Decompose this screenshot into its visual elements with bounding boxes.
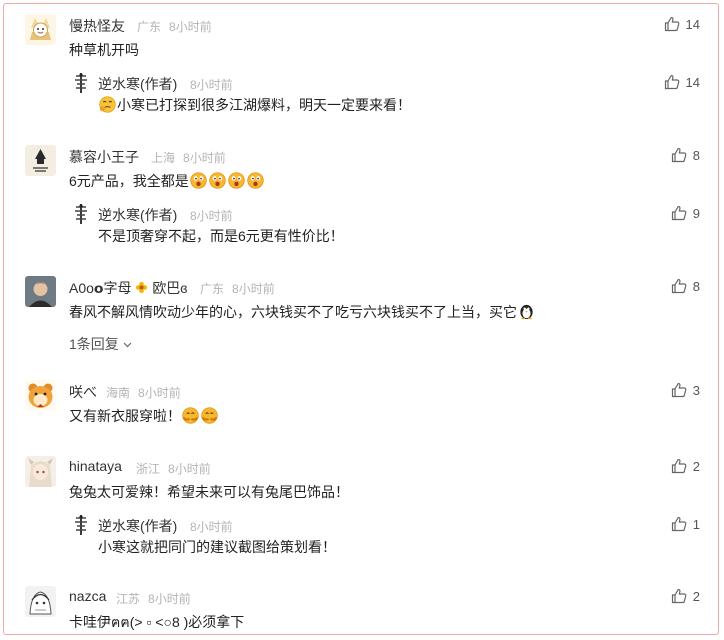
comment-meta: 上海 8小时前 [151, 149, 234, 166]
chevron-down-icon [123, 342, 132, 348]
avatar[interactable] [25, 456, 56, 487]
author-avatar[interactable] [74, 203, 88, 225]
avatar[interactable] [25, 380, 56, 411]
thumbs-up-icon [671, 278, 687, 294]
thumbs-up-icon [664, 16, 680, 32]
like-button[interactable]: 8 [671, 278, 700, 294]
timestamp: 8小时前 [148, 592, 191, 606]
location: 广东 [200, 282, 225, 296]
hug-emoji-icon [201, 407, 218, 424]
thinking-emoji-icon [99, 96, 116, 113]
reply-text: 不是顶奢穿不起，而是6元更有性价比！ [98, 228, 344, 244]
like-button[interactable]: 2 [671, 458, 700, 474]
shocked-emoji-icon [228, 172, 245, 189]
shocked-emoji-icon [190, 172, 207, 189]
thumbs-up-icon [671, 382, 687, 398]
like-button[interactable]: 2 [671, 588, 700, 604]
thumbs-up-icon [671, 205, 687, 221]
timestamp: 8小时前 [190, 78, 233, 92]
avatar[interactable] [25, 14, 56, 45]
comment-panel: 慢热怪友 广东 8小时前 种草机开吗 14 逆水寒(作者) 8小时前 小寒已打探到… [3, 3, 719, 635]
username[interactable]: 慢热怪友 [69, 16, 125, 36]
shocked-emoji-icon [209, 172, 226, 189]
thumbs-up-icon [664, 74, 680, 90]
reply-text: 小寒这就把同门的建议截图给策划看！ [98, 539, 336, 555]
comment-text: 卡哇伊ฅฅ(> ▫ <○8 )必须拿下 [69, 614, 245, 630]
location: 江苏 [116, 592, 141, 606]
timestamp: 8小时前 [169, 20, 212, 34]
like-count: 8 [692, 278, 700, 294]
reply-meta: 8小时前 [190, 76, 241, 93]
penguin-emoji-icon [518, 303, 535, 320]
thumbs-up-icon [671, 516, 687, 532]
author-avatar[interactable] [74, 72, 88, 94]
timestamp: 8小时前 [138, 386, 181, 400]
avatar[interactable] [25, 276, 56, 307]
comment-text: 又有新衣服穿啦！ [69, 406, 219, 426]
author-username[interactable]: 逆水寒(作者) [98, 516, 177, 536]
like-count: 14 [685, 74, 700, 90]
like-count: 2 [692, 588, 700, 604]
timestamp: 8小时前 [168, 462, 211, 476]
comment-text: 春风不解风情吹动少年的心，六块钱买不了吃亏六块钱买不了上当，买它 [69, 302, 536, 322]
timestamp: 8小时前 [183, 151, 226, 165]
author-username[interactable]: 逆水寒(作者) [98, 74, 177, 94]
comment-meta: 江苏 8小时前 [116, 590, 199, 607]
comment-text: 6元产品，我全都是 [69, 171, 265, 191]
like-button[interactable]: 14 [664, 16, 700, 32]
location: 海南 [106, 386, 131, 400]
reply-meta: 8小时前 [190, 518, 241, 535]
flower-icon [135, 281, 148, 294]
avatar[interactable] [25, 586, 56, 617]
like-button[interactable]: 1 [671, 516, 700, 532]
comment-text: 种草机开吗 [69, 42, 139, 58]
like-count: 1 [692, 516, 700, 532]
location: 浙江 [136, 462, 161, 476]
comment-meta: 广东 8小时前 [200, 280, 283, 297]
username[interactable]: A0o𝗼字母 欧巴ɞ [69, 278, 187, 298]
username[interactable]: 咲べ [69, 382, 97, 402]
location: 上海 [151, 151, 176, 165]
comment-text: 兔兔太可爱辣！希望未来可以有兔尾巴饰品！ [69, 484, 349, 500]
thumbs-up-icon [671, 458, 687, 474]
comment-meta: 浙江 8小时前 [136, 460, 219, 477]
like-count: 9 [692, 205, 700, 221]
avatar[interactable] [25, 145, 56, 176]
like-count: 2 [692, 458, 700, 474]
comment-meta: 广东 8小时前 [137, 18, 220, 35]
location: 广东 [137, 20, 162, 34]
like-count: 8 [692, 147, 700, 163]
timestamp: 8小时前 [190, 209, 233, 223]
like-button[interactable]: 8 [671, 147, 700, 163]
username[interactable]: 慕容小王子 [69, 147, 139, 167]
comment-meta: 海南 8小时前 [106, 384, 189, 401]
like-button[interactable]: 14 [664, 74, 700, 90]
thumbs-up-icon [671, 147, 687, 163]
author-avatar[interactable] [74, 514, 88, 536]
hug-emoji-icon [182, 407, 199, 424]
reply-text: 小寒已打探到很多江湖爆料，明天一定要来看！ [98, 95, 411, 115]
username[interactable]: nazca [69, 588, 106, 604]
timestamp: 8小时前 [232, 282, 275, 296]
shocked-emoji-icon [247, 172, 264, 189]
like-count: 3 [692, 382, 700, 398]
author-username[interactable]: 逆水寒(作者) [98, 205, 177, 225]
thumbs-up-icon [671, 588, 687, 604]
like-button[interactable]: 9 [671, 205, 700, 221]
like-count: 14 [685, 16, 700, 32]
like-button[interactable]: 3 [671, 382, 700, 398]
timestamp: 8小时前 [190, 520, 233, 534]
username[interactable]: hinataya [69, 458, 122, 474]
expand-replies-button[interactable]: 1条回复 [69, 334, 132, 354]
reply-meta: 8小时前 [190, 207, 241, 224]
